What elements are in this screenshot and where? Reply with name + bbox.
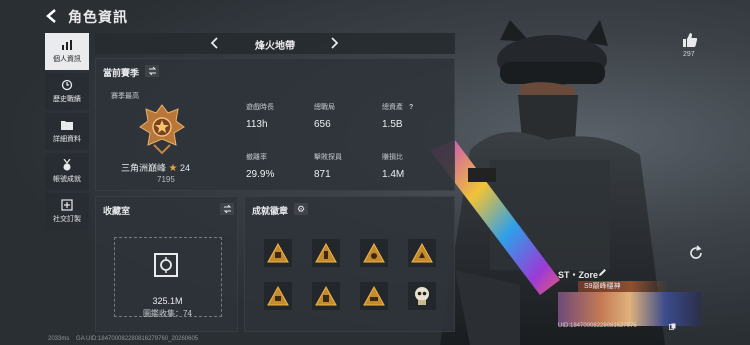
collection-value: 325.1M (152, 296, 183, 306)
vault-icon (154, 253, 178, 277)
season-panel: 當前賽季 賽季最高 三角洲巔峰 ★ 24 7195 遊戲時長 113h 總戰局 … (95, 58, 455, 191)
page-title: 角色資訊 (68, 9, 128, 25)
sidebar-item-label: 帳號成就 (53, 176, 81, 183)
achievement-badge[interactable] (359, 238, 389, 268)
history-clock-icon (60, 79, 74, 91)
stat-label-text: 總資產 (382, 104, 403, 111)
stat-label: 賺損比 (382, 154, 403, 161)
social-customize-icon (60, 199, 74, 211)
swap-icon (223, 200, 232, 218)
bar-chart-icon (60, 39, 74, 51)
badge-triangle-icon (267, 243, 289, 263)
achievements-panel: 成就徽章 ⚙ (244, 196, 455, 332)
stat-label: 擊敗探員 (314, 154, 342, 161)
build-text: GA UID:184700082280816279760_20260605 (76, 336, 199, 342)
season-best-label: 賽季最高 (111, 93, 139, 100)
rank-score: 7195 (157, 175, 175, 184)
sidebar-item-history[interactable]: 歷史戰績 (45, 73, 89, 110)
achievement-badge[interactable] (407, 238, 437, 268)
player-title-banner: S9巔峰穩神 (578, 281, 668, 292)
achievement-badge[interactable] (359, 281, 389, 311)
stat-value: 656 (314, 119, 331, 130)
badge-triangle-icon (363, 243, 385, 263)
swap-icon (148, 62, 157, 80)
stat-kills: 擊敗探員 871 (314, 152, 384, 180)
achievement-badge[interactable] (311, 281, 341, 311)
player-name: ST・Zore (558, 270, 599, 280)
stat-label: 總戰局 (314, 104, 335, 111)
like-count: 297 (683, 51, 695, 58)
achievement-badge[interactable] (263, 238, 293, 268)
badge-triangle-icon (411, 243, 433, 263)
rank-name-text: 三角洲巔峰 (121, 163, 167, 173)
rank-name: 三角洲巔峰 ★ 24 (121, 161, 190, 174)
sidebar-item-social[interactable]: 社交訂製 (45, 193, 89, 230)
sidebar-item-label: 社交訂製 (53, 216, 81, 223)
star-icon: ★ (168, 163, 178, 174)
badge-skull-icon (415, 287, 429, 305)
sidebar-item-personal-info[interactable]: 個人資訊 (45, 33, 89, 70)
back-arrow-icon[interactable] (44, 8, 60, 24)
badge-triangle-icon (363, 286, 385, 306)
rank-badge-icon (139, 104, 185, 155)
stat-value: 113h (246, 119, 268, 130)
top-bar: 角色資訊 (0, 0, 750, 32)
stat-label: 總資產 ? (382, 102, 452, 112)
stat-value: 1.4M (382, 169, 405, 180)
rank-level: 24 (180, 163, 191, 173)
help-icon[interactable]: ? (409, 104, 413, 111)
map-selector: 烽火地帶 (95, 33, 455, 54)
achievement-badge[interactable] (311, 238, 341, 268)
stat-total-assets: 總資產 ? 1.5B (382, 102, 452, 130)
swap-button[interactable] (220, 203, 234, 215)
stat-profit-ratio: 賺損比 1.4M (382, 152, 452, 180)
footer-info: 2033ms GA UID:184700082280816279760_2026… (48, 336, 198, 342)
achievement-badge[interactable] (407, 281, 437, 311)
stat-extract-rate: 撤離率 29.9% (246, 152, 316, 180)
stat-total-matches: 總戰局 656 (314, 102, 384, 130)
season-heading: 當前賽季 (103, 68, 140, 78)
stat-value: 1.5B (382, 119, 403, 130)
sidebar: 個人資訊 歷史戰績 詳細資料 帳號成就 社交訂製 (45, 33, 89, 233)
sidebar-item-label: 歷史戰績 (53, 96, 81, 103)
map-selector-label: 烽火地帶 (255, 41, 295, 52)
settings-button[interactable]: ⚙ (294, 203, 308, 215)
gear-icon: ⚙ (296, 203, 306, 214)
refresh-icon[interactable] (688, 245, 704, 261)
thumbs-up-icon[interactable] (682, 32, 698, 48)
badge-triangle-icon (267, 286, 289, 306)
player-card-art (558, 292, 701, 326)
stat-value: 29.9% (246, 169, 275, 180)
collection-count: 圖鑑收集：74 (143, 309, 192, 318)
folder-icon (60, 119, 74, 131)
swap-button[interactable] (145, 65, 159, 77)
sidebar-item-achievements[interactable]: 帳號成就 (45, 153, 89, 190)
badge-triangle-icon (315, 243, 337, 263)
copy-icon[interactable] (669, 323, 676, 330)
stat-label: 撤離率 (246, 154, 267, 161)
collection-heading: 收藏室 (103, 206, 131, 216)
sidebar-item-label: 個人資訊 (53, 56, 81, 63)
ping-text: 2033ms (48, 336, 70, 342)
stat-label: 遊戲時長 (246, 104, 274, 111)
badge-triangle-icon (315, 286, 337, 306)
player-uid: UID:18470008228081627976 (558, 323, 637, 329)
achievements-heading: 成就徽章 (252, 206, 289, 216)
pencil-icon[interactable] (598, 268, 607, 277)
collection-panel[interactable]: 收藏室 325.1M 圖鑑收集：74 (95, 196, 238, 332)
stat-play-time: 遊戲時長 113h (246, 102, 316, 130)
chevron-right-icon[interactable] (327, 36, 341, 50)
sidebar-item-label: 詳細資料 (53, 136, 81, 143)
achievement-badge[interactable] (263, 281, 293, 311)
medal-icon (60, 159, 74, 171)
stat-value: 871 (314, 169, 331, 180)
sidebar-item-details[interactable]: 詳細資料 (45, 113, 89, 150)
